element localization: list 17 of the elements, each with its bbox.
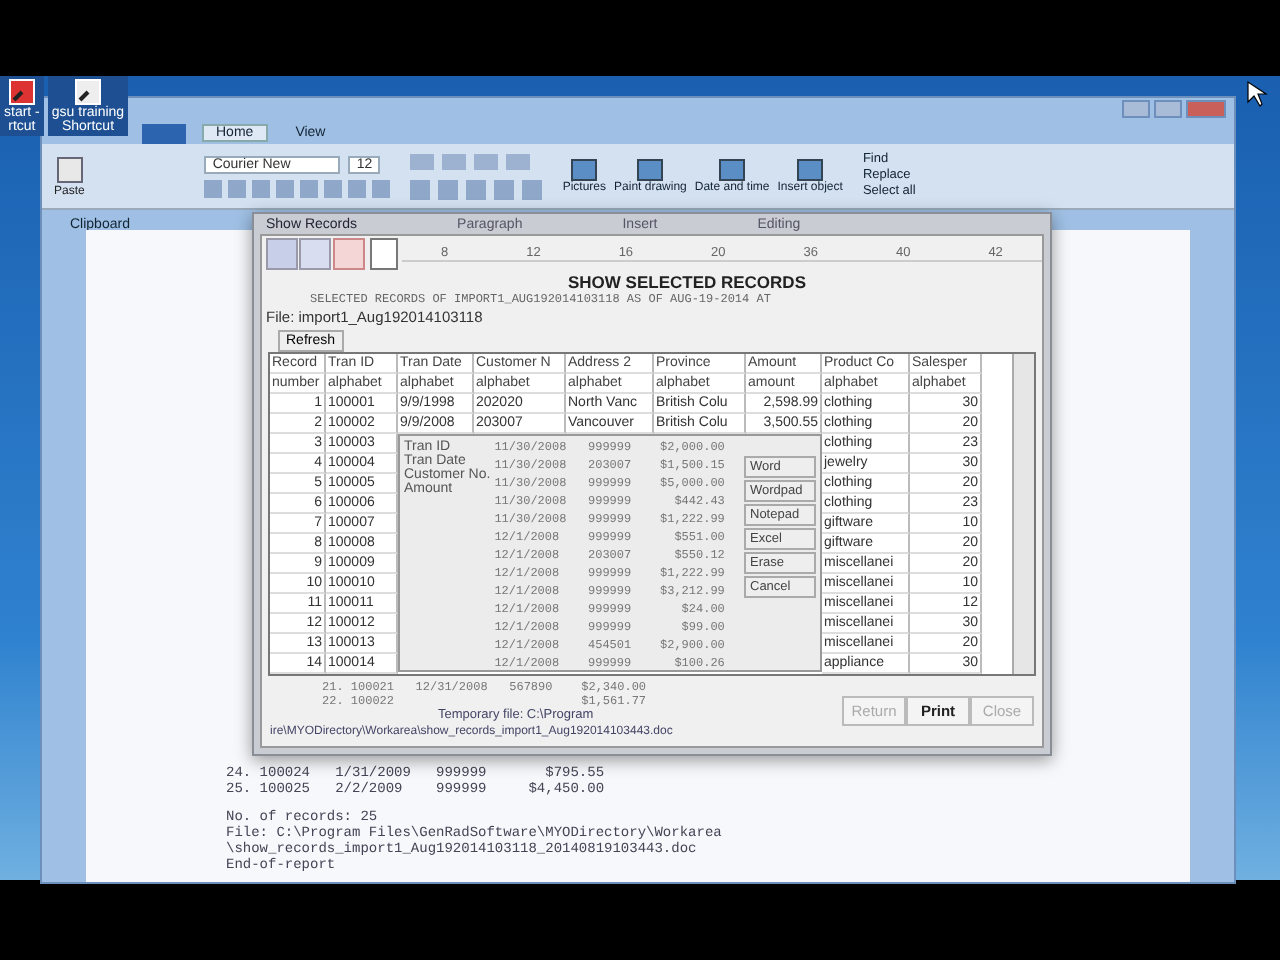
shortcut-icon <box>7 78 36 106</box>
picture-icon <box>570 158 599 182</box>
input-field[interactable] <box>370 238 398 270</box>
cursor-icon <box>1246 80 1268 108</box>
dialog-heading: SHOW SELECTED RECORDS <box>567 272 806 292</box>
picture-icon <box>718 158 747 182</box>
maximize-button[interactable] <box>1154 100 1182 118</box>
scrollbar[interactable] <box>1012 354 1034 674</box>
paragraph-icons-drawing <box>410 153 543 199</box>
minimize-button[interactable] <box>1122 100 1150 118</box>
picture-icon <box>796 158 825 182</box>
toolbar-icons-drawing <box>266 238 366 270</box>
clipboard-icon <box>55 155 84 183</box>
close-button[interactable] <box>1186 100 1226 118</box>
file-menu-button[interactable] <box>142 123 186 143</box>
shortcut-icon <box>73 78 102 106</box>
picture-icon <box>636 158 665 182</box>
